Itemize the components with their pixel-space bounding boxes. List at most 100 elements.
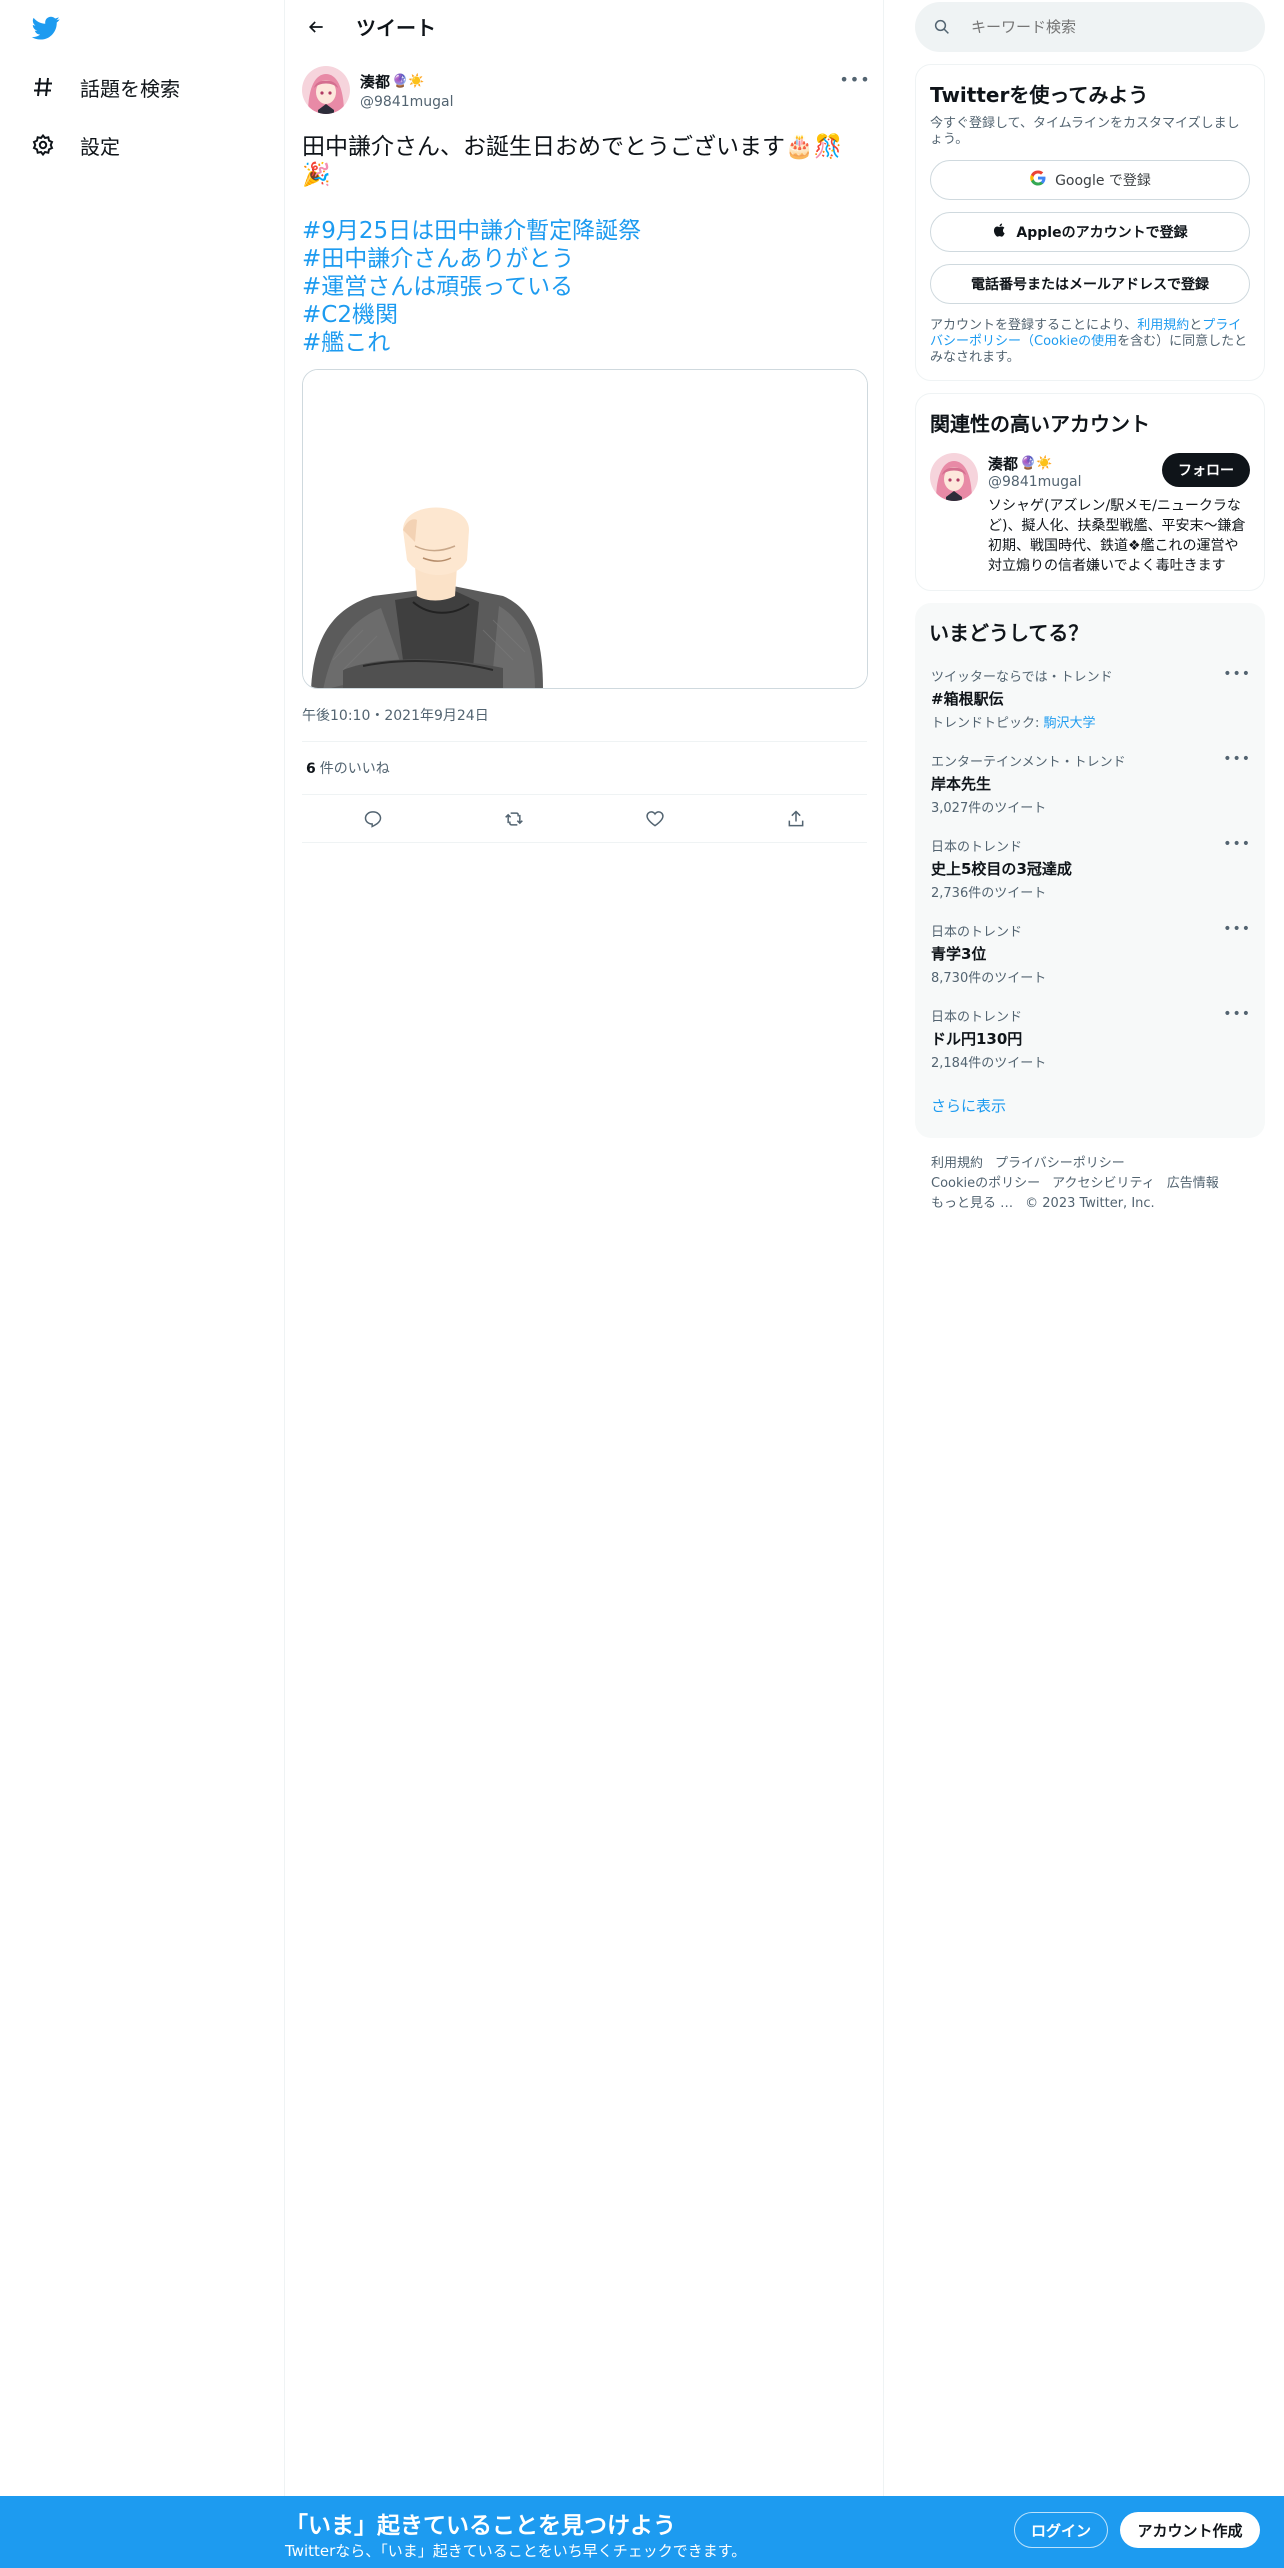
- hashtag-link[interactable]: #C2機関: [302, 301, 867, 329]
- trend-topic: トレンドトピック: 駒沢大学: [931, 712, 1249, 731]
- hashtag-link[interactable]: #艦これ: [302, 329, 867, 357]
- nav-explore[interactable]: 話題を検索: [30, 67, 180, 107]
- trend-name: #箱根駅伝: [931, 690, 1004, 708]
- trend-name: 史上5校目の3冠達成: [931, 860, 1072, 878]
- legal-text: アカウントを登録することにより、: [930, 318, 1138, 333]
- login-button[interactable]: ログイン: [1014, 2512, 1108, 2548]
- more-options-icon[interactable]: •••: [1223, 1006, 1251, 1022]
- google-signup-button[interactable]: Google で登録: [930, 160, 1250, 200]
- create-account-button[interactable]: アカウント作成: [1120, 2512, 1260, 2548]
- tweet-author: 湊都 🔮☀️ @9841mugal •••: [302, 63, 870, 117]
- footer-link[interactable]: アクセシビリティ: [1052, 1176, 1155, 1191]
- signup-card: Twitterを使ってみよう 今すぐ登録して、タイムラインをカスタマイズしましょ…: [915, 64, 1265, 381]
- tweet: 湊都 🔮☀️ @9841mugal ••• 田中謙介さん、お誕生日おめでとうござ…: [286, 53, 883, 843]
- retweet-icon[interactable]: [497, 802, 531, 836]
- trend-name: 岸本先生: [931, 775, 992, 793]
- nav-explore-label: 話題を検索: [80, 76, 180, 101]
- apple-signup-button[interactable]: Appleのアカウントで登録: [930, 212, 1250, 252]
- trend-name: ドル円130円: [931, 1030, 1023, 1048]
- trend-item[interactable]: ツイッターならでは・トレンド #箱根駅伝 トレンドトピック: 駒沢大学 •••: [929, 656, 1251, 741]
- google-signup-label: Google で登録: [1055, 173, 1151, 189]
- search-icon: [933, 18, 951, 36]
- tweet-text: 田中謙介さん、お誕生日おめでとうございます🎂🎊🎉 #9月25日は田中謙介暫定降誕…: [302, 133, 867, 357]
- avatar[interactable]: [302, 66, 350, 114]
- avatar[interactable]: [930, 453, 978, 501]
- related-account-bio: ソシャゲ(アズレン/駅メモ/ニュークラなど)、擬人化、扶桑型戦艦、平安末～鎌倉初…: [988, 498, 1246, 574]
- more-options-icon[interactable]: •••: [1223, 751, 1251, 767]
- footer-link[interactable]: Cookieのポリシー: [931, 1176, 1040, 1191]
- trend-item[interactable]: 日本のトレンド 青学3位 8,730件のツイート •••: [929, 911, 1251, 996]
- twitter-bird-icon[interactable]: [30, 14, 66, 44]
- signup-subtitle: 今すぐ登録して、タイムラインをカスタマイズしましょう。: [930, 116, 1240, 147]
- footer-link[interactable]: 広告情報: [1167, 1176, 1219, 1191]
- illustration-image: [303, 370, 867, 688]
- apple-signup-label: Appleのアカウントで登録: [1016, 225, 1188, 241]
- more-options-icon[interactable]: •••: [1223, 666, 1251, 682]
- search-input[interactable]: [971, 18, 1231, 36]
- trend-count: 8,730件のツイート: [931, 971, 1047, 986]
- nav-settings[interactable]: 設定: [30, 125, 120, 165]
- page-title: ツイート: [356, 16, 436, 40]
- author-badges: 🔮☀️: [392, 73, 425, 89]
- main-column: ツイート 湊都 🔮☀️ @9841mugal ••• 田中謙介さん、お誕生日おめ…: [286, 0, 884, 2568]
- trend-meta: 日本のトレンド: [931, 840, 1023, 855]
- related-accounts-card: 関連性の高いアカウント 湊都 🔮☀️ @9841mugal ソシャゲ(アズレン/…: [915, 393, 1265, 591]
- trend-count: 2,184件のツイート: [931, 1056, 1047, 1071]
- trend-item[interactable]: 日本のトレンド ドル円130円 2,184件のツイート •••: [929, 996, 1251, 1081]
- apple-icon: [992, 222, 1008, 242]
- related-title: 関連性の高いアカウント: [930, 412, 1150, 436]
- hashtag-link[interactable]: #9月25日は田中謙介暫定降誕祭: [302, 217, 867, 245]
- search-box[interactable]: [915, 2, 1265, 52]
- google-g-icon: [1029, 169, 1047, 191]
- show-more-link[interactable]: さらに表示: [929, 1081, 1251, 1124]
- likes-count: 6: [306, 761, 316, 777]
- bottom-bar-title: 「いま」起きていることを見つけよう: [285, 2513, 676, 2539]
- trend-count: 2,736件のツイート: [931, 886, 1047, 901]
- legal-text: と: [1189, 318, 1203, 333]
- tweet-timestamp[interactable]: 午後10:10・2021年9月24日: [302, 705, 867, 742]
- footer-more-link[interactable]: もっと見る …: [931, 1196, 1013, 1211]
- author-info: 湊都 🔮☀️ @9841mugal: [360, 71, 454, 110]
- more-options-icon[interactable]: •••: [1223, 921, 1251, 937]
- trend-count: 3,027件のツイート: [931, 801, 1047, 816]
- bottom-bar-subtitle: Twitterなら、「いま」起きていることをいち早くチェックできます。: [285, 2542, 747, 2560]
- more-options-icon[interactable]: •••: [1223, 836, 1251, 852]
- likes-label: 件のいいね: [319, 761, 390, 777]
- signup-title: Twitterを使ってみよう: [930, 83, 1149, 107]
- main-header: ツイート: [286, 0, 883, 53]
- share-icon[interactable]: [779, 802, 813, 836]
- related-account[interactable]: 湊都 🔮☀️ @9841mugal ソシャゲ(アズレン/駅メモ/ニュークラなど)…: [930, 453, 1250, 576]
- like-heart-icon[interactable]: [638, 802, 672, 836]
- more-options-icon[interactable]: •••: [839, 67, 869, 91]
- hashtag-link[interactable]: #田中謙介さんありがとう: [302, 245, 867, 273]
- related-name-text: 湊都: [988, 455, 1019, 473]
- trend-meta: 日本のトレンド: [931, 1010, 1023, 1025]
- trend-item[interactable]: 日本のトレンド 史上5校目の3冠達成 2,736件のツイート •••: [929, 826, 1251, 911]
- hashtag-link[interactable]: #運営さんは頑張っている: [302, 273, 867, 301]
- footer-link[interactable]: プライバシーポリシー: [995, 1156, 1125, 1171]
- tweet-text-line: 田中謙介さん、お誕生日おめでとうございます🎂🎊🎉: [302, 134, 843, 188]
- tweet-media-image[interactable]: [302, 369, 868, 689]
- reply-icon[interactable]: [356, 802, 390, 836]
- follow-button[interactable]: フォロー: [1162, 453, 1250, 487]
- footer-links: 利用規約 プライバシーポリシー Cookieのポリシー アクセシビリティ 広告情報 も…: [915, 1138, 1265, 1230]
- likes-count-row[interactable]: 6 件のいいね: [302, 742, 867, 795]
- right-sidebar: Twitterを使ってみよう 今すぐ登録して、タイムラインをカスタマイズしましょ…: [915, 0, 1265, 1230]
- trends-card: いまどうしてる？ ツイッターならでは・トレンド #箱根駅伝 トレンドトピック: …: [915, 603, 1265, 1138]
- trend-meta: エンターテインメント・トレンド: [931, 755, 1126, 770]
- related-badges: 🔮☀️: [1020, 456, 1053, 471]
- copyright: © 2023 Twitter, Inc.: [1025, 1196, 1155, 1211]
- author-name[interactable]: 湊都 🔮☀️: [360, 71, 454, 92]
- nav-settings-label: 設定: [80, 134, 120, 159]
- back-arrow-icon[interactable]: [298, 9, 334, 45]
- phone-email-signup-button[interactable]: 電話番号またはメールアドレスで登録: [930, 264, 1250, 304]
- signup-legal-text: アカウントを登録することにより、利用規約とプライバシーポリシー（Cookieの使…: [930, 318, 1250, 366]
- tweet-actions: [302, 795, 867, 843]
- footer-link[interactable]: 利用規約: [931, 1156, 983, 1171]
- terms-link[interactable]: 利用規約: [1137, 318, 1189, 333]
- left-navigation: 話題を検索 設定: [0, 0, 285, 2568]
- trend-item[interactable]: エンターテインメント・トレンド 岸本先生 3,027件のツイート •••: [929, 741, 1251, 826]
- author-handle[interactable]: @9841mugal: [360, 94, 454, 110]
- trend-meta: ツイッターならでは・トレンド: [931, 670, 1113, 685]
- trend-topic-link[interactable]: 駒沢大学: [1044, 716, 1096, 731]
